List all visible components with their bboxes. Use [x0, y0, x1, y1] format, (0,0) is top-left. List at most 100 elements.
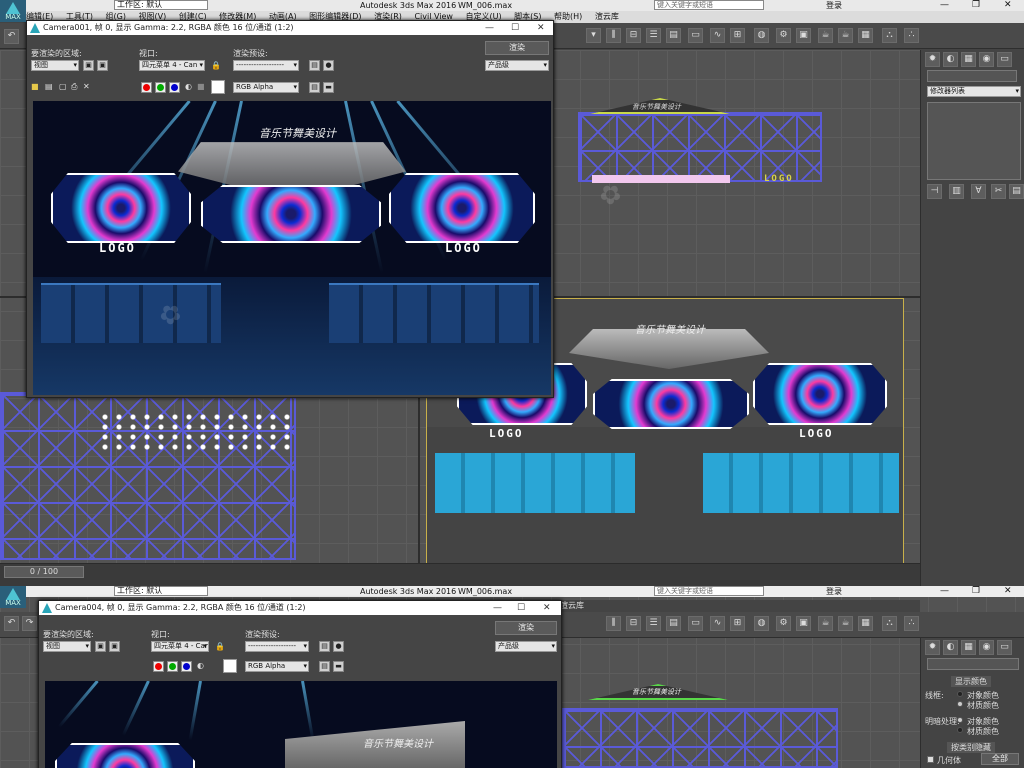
mirror-icon[interactable]: ⫼ [606, 616, 621, 631]
schematic-view-icon[interactable]: ⊞ [730, 616, 745, 631]
print-image-icon[interactable]: ⎙ [71, 82, 77, 92]
time-slider[interactable]: 0 / 100 [4, 566, 84, 578]
channel-dropdown[interactable]: RGB Alpha [233, 82, 299, 93]
render-production-icon[interactable]: ☕ [818, 616, 833, 631]
render-button[interactable]: 渲染 [485, 41, 549, 55]
viewport-dropdown[interactable]: 四元菜单 4 - Can [139, 60, 205, 71]
activeshade-icon[interactable]: ▦ [858, 28, 873, 43]
menu-item[interactable]: 渲云库 [560, 601, 584, 610]
shaded-object-color-radio[interactable] [957, 717, 963, 723]
close-icon[interactable]: ✕ [1004, 586, 1012, 597]
pin-stack-icon[interactable]: ⊣ [927, 184, 942, 199]
render-setup-icon[interactable]: ▤ [309, 60, 320, 71]
all-button[interactable]: 全部 [981, 753, 1019, 765]
edit-region-icon[interactable]: ▣ [95, 641, 106, 652]
render-setup-icon[interactable]: ▤ [319, 641, 330, 652]
maximize-icon[interactable]: ❐ [972, 0, 980, 11]
blue-channel-toggle[interactable] [181, 661, 192, 672]
menu-item[interactable]: 帮助(H) [554, 12, 582, 21]
menu-item[interactable]: 渲云库 [595, 12, 619, 21]
modify-tab-icon[interactable]: ◐ [943, 52, 958, 67]
wireframe-object-color-radio[interactable] [957, 691, 963, 697]
layer-manager-icon[interactable]: ☰ [646, 28, 661, 43]
minimize-icon[interactable]: — [940, 0, 949, 11]
lock-icon[interactable]: 🔒 [211, 61, 221, 70]
object-name-field[interactable] [927, 658, 1019, 670]
workspace-selector[interactable]: 工作区: 默认 [114, 0, 208, 10]
close-icon[interactable]: ✕ [1004, 0, 1012, 11]
toggle-ui-icon[interactable]: ▤ [319, 661, 330, 672]
hide-by-category-rollout[interactable]: 按类别隐藏 [947, 742, 995, 753]
grid-snap-icon[interactable]: ∴ [904, 616, 919, 631]
ribbon-icon[interactable]: ▭ [688, 616, 703, 631]
hierarchy-tab-icon[interactable]: ▦ [961, 52, 976, 67]
layer-manager-icon[interactable]: ☰ [646, 616, 661, 631]
render-setup-icon[interactable]: ⚙ [776, 28, 791, 43]
login-link[interactable]: 登录 [826, 0, 842, 11]
curve-editor-icon[interactable]: ∿ [710, 28, 725, 43]
shaded-material-color-radio[interactable] [957, 727, 963, 733]
show-end-result-icon[interactable]: ▥ [949, 184, 964, 199]
edit-region-icon[interactable]: ▣ [83, 60, 94, 71]
green-channel-toggle[interactable] [167, 661, 178, 672]
object-name-field[interactable] [927, 70, 1017, 82]
selection-set-dropdown-icon[interactable]: ▾ [586, 28, 601, 43]
alpha-toggle-icon[interactable]: ◐ [197, 661, 204, 670]
rf-maximize-icon[interactable]: ☐ [517, 601, 525, 615]
wireframe-material-color-radio[interactable] [957, 701, 963, 707]
hierarchy-tab-icon[interactable]: ▦ [961, 640, 976, 655]
viewport-dropdown[interactable]: 四元菜单 4 - Can [151, 641, 209, 652]
rf-close-icon[interactable]: ✕ [543, 601, 551, 615]
render-iterative-icon[interactable]: ☕ [838, 616, 853, 631]
app-logo-icon[interactable]: MAX [0, 586, 26, 608]
create-tab-icon[interactable]: ✹ [925, 52, 940, 67]
alpha-toggle-icon[interactable]: ◐ [185, 82, 192, 91]
scene-states-icon[interactable]: ⛬ [882, 28, 897, 43]
app-logo-icon[interactable]: MAX [0, 0, 26, 22]
environment-icon[interactable]: ● [323, 60, 334, 71]
auto-region-icon[interactable]: ▣ [97, 60, 108, 71]
ribbon-icon[interactable]: ▭ [688, 28, 703, 43]
render-iterative-icon[interactable]: ☕ [838, 28, 853, 43]
toggle-overlay-icon[interactable]: ▬ [323, 82, 334, 93]
swatch[interactable] [211, 80, 225, 94]
modifier-stack[interactable] [927, 102, 1021, 180]
swatch[interactable] [223, 659, 237, 673]
lock-icon[interactable]: 🔒 [215, 642, 225, 651]
create-tab-icon[interactable]: ✹ [925, 640, 940, 655]
motion-tab-icon[interactable]: ◉ [979, 52, 994, 67]
modifier-list-dropdown[interactable]: 修改器列表 [927, 86, 1021, 97]
curve-editor-icon[interactable]: ∿ [710, 616, 725, 631]
display-tab-icon[interactable]: ▭ [997, 640, 1012, 655]
material-editor-icon[interactable]: ◍ [754, 616, 769, 631]
quality-dropdown[interactable]: 产品级 [495, 641, 557, 652]
maximize-icon[interactable]: ❐ [972, 586, 980, 597]
configure-sets-icon[interactable]: ▤ [1009, 184, 1024, 199]
material-editor-icon[interactable]: ◍ [754, 28, 769, 43]
rf-close-icon[interactable]: ✕ [537, 21, 545, 35]
grid-snap-icon[interactable]: ∴ [904, 28, 919, 43]
schematic-view-icon[interactable]: ⊞ [730, 28, 745, 43]
toggle-overlay-icon[interactable]: ▬ [333, 661, 344, 672]
make-unique-icon[interactable]: ∀ [971, 184, 986, 199]
area-dropdown[interactable]: 视图 [43, 641, 91, 652]
align-icon[interactable]: ⊟ [626, 616, 641, 631]
rf-minimize-icon[interactable]: — [493, 601, 502, 615]
save-image-icon[interactable]: ■ [31, 82, 39, 91]
geometry-checkbox[interactable] [927, 756, 934, 763]
copy-image-icon[interactable]: ▤ [45, 82, 53, 91]
scene-explorer-icon[interactable]: ▤ [666, 28, 681, 43]
render-button[interactable]: 渲染 [495, 621, 557, 635]
display-tab-icon[interactable]: ▭ [997, 52, 1012, 67]
login-link[interactable]: 登录 [826, 586, 842, 597]
scene-explorer-icon[interactable]: ▤ [666, 616, 681, 631]
area-dropdown[interactable]: 视图 [31, 60, 79, 71]
motion-tab-icon[interactable]: ◉ [979, 640, 994, 655]
green-channel-toggle[interactable] [155, 82, 166, 93]
minimize-icon[interactable]: — [940, 586, 949, 597]
undo-icon[interactable]: ↶ [4, 616, 19, 631]
scene-states-icon[interactable]: ⛬ [882, 616, 897, 631]
preset-dropdown[interactable]: ------------------- [245, 641, 309, 652]
clone-window-icon[interactable]: ▢ [59, 82, 67, 91]
modify-tab-icon[interactable]: ◐ [943, 640, 958, 655]
